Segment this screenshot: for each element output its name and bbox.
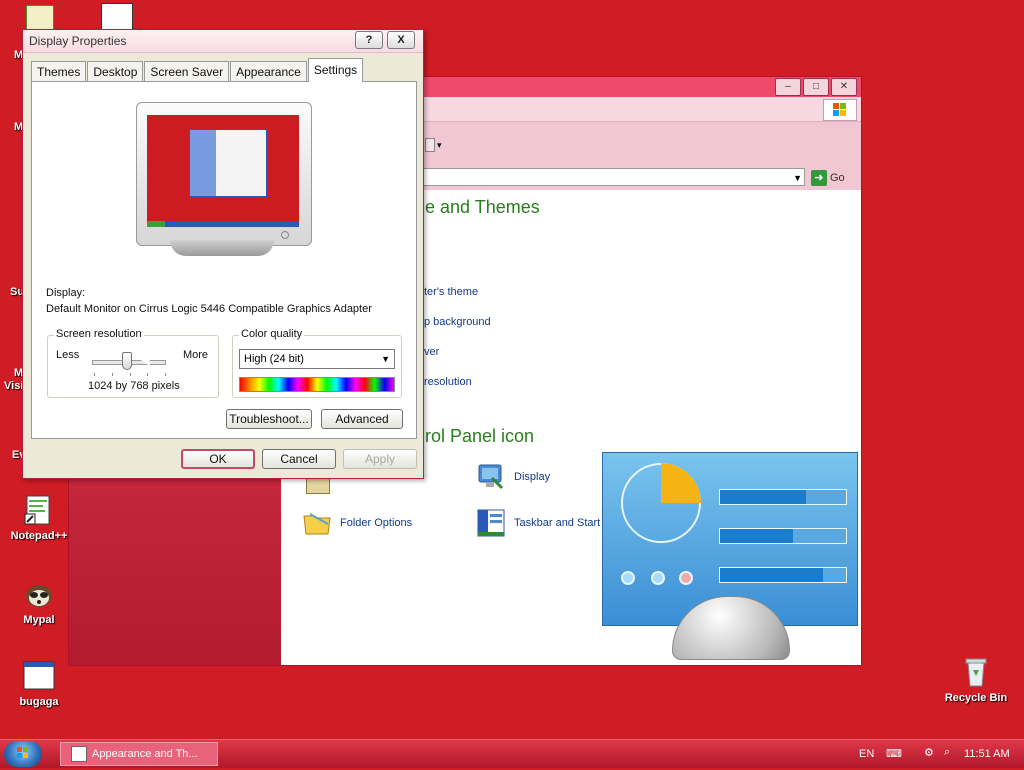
monitor-preview bbox=[136, 102, 312, 256]
monitor-stand bbox=[170, 240, 274, 256]
toolbar-button[interactable] bbox=[425, 138, 435, 152]
pie-slice-illustration bbox=[661, 463, 701, 503]
tab-settings[interactable]: Settings bbox=[307, 58, 364, 82]
control-panel-item-label: Folder Options bbox=[340, 517, 413, 529]
language-indicator[interactable]: EN bbox=[859, 748, 874, 760]
ok-button[interactable]: OK bbox=[181, 449, 255, 469]
bar-illustration bbox=[719, 489, 847, 505]
desktop-icon-label: Notepad++ bbox=[10, 530, 68, 542]
resolution-slider-thumb[interactable] bbox=[122, 352, 132, 370]
settings-panel: Display: Default Monitor on Cirrus Logic… bbox=[31, 81, 417, 439]
taskbar-window-label: Appearance and Th... bbox=[92, 748, 198, 760]
desktop-icon-mypal[interactable]: Mypal bbox=[7, 578, 71, 626]
color-quality-select[interactable]: High (24 bit) ▼ bbox=[239, 349, 395, 369]
windows-start-icon bbox=[17, 747, 28, 758]
close-button[interactable]: X bbox=[387, 31, 415, 49]
go-button[interactable]: ➜ Go bbox=[811, 168, 857, 188]
task-link[interactable]: ter's theme bbox=[424, 286, 478, 298]
dialog-tabs: Themes Desktop Screen Saver Appearance S… bbox=[31, 58, 364, 82]
color-quality-title: Color quality bbox=[239, 328, 305, 340]
apply-button: Apply bbox=[343, 449, 417, 469]
address-input[interactable]: ▼ bbox=[409, 168, 805, 186]
raccoon-icon bbox=[23, 578, 55, 610]
dialog-titlebar[interactable]: Display Properties ? X bbox=[23, 30, 423, 53]
windows-logo-icon bbox=[823, 99, 857, 121]
recycle-bin-icon bbox=[960, 656, 992, 688]
application-window-icon bbox=[23, 660, 55, 692]
monitor-screen-preview bbox=[147, 115, 299, 227]
category-heading: e and Themes bbox=[425, 197, 540, 217]
display-properties-dialog[interactable]: Display Properties ? X Themes Desktop Sc… bbox=[22, 29, 424, 479]
monitor-bezel bbox=[136, 102, 312, 246]
clock[interactable]: 11:51 AM bbox=[964, 748, 1010, 760]
chevron-down-icon[interactable]: ▼ bbox=[381, 350, 390, 368]
control-panel-item-display[interactable]: Display bbox=[476, 462, 550, 492]
toolbar-dropdown-arrow-icon[interactable]: ▾ bbox=[437, 140, 442, 151]
bar-illustration bbox=[719, 567, 847, 583]
slider-less-label: Less bbox=[56, 349, 80, 361]
screen-resolution-title: Screen resolution bbox=[54, 328, 144, 340]
maximize-icon[interactable]: □ bbox=[803, 78, 829, 96]
search-icon[interactable]: ⌕ bbox=[944, 746, 950, 759]
minimize-icon[interactable]: – bbox=[775, 78, 801, 96]
notepadpp-icon bbox=[23, 494, 55, 526]
color-spectrum-bar bbox=[239, 377, 395, 392]
keyboard-icon[interactable]: ⌨ bbox=[886, 747, 902, 760]
dot-illustration bbox=[621, 571, 635, 585]
tab-screen-saver[interactable]: Screen Saver bbox=[144, 61, 230, 82]
display-adapter-value: Default Monitor on Cirrus Logic 5446 Com… bbox=[46, 303, 372, 315]
network-icon[interactable]: ⚙ bbox=[924, 746, 934, 759]
control-panel-item-label: Display bbox=[514, 471, 551, 483]
taskbar: Appearance and Th... EN ⌨ ⚙ ⌕ 11:51 AM bbox=[0, 739, 1024, 768]
task-link[interactable]: ver bbox=[424, 346, 439, 358]
screen-resolution-group: Screen resolution Less More 1024 by 768 … bbox=[47, 328, 219, 398]
taskbar-window-button[interactable]: Appearance and Th... bbox=[60, 742, 218, 766]
dot-illustration bbox=[679, 571, 693, 585]
slider-more-label: More bbox=[182, 349, 208, 361]
color-quality-group: Color quality High (24 bit) ▼ bbox=[232, 328, 402, 398]
start-button[interactable] bbox=[4, 741, 42, 767]
control-panel-item-folder-options[interactable]: Folder Options bbox=[302, 508, 412, 538]
desktop-icon-recycle-bin[interactable]: Recycle Bin bbox=[944, 656, 1008, 704]
tab-appearance[interactable]: Appearance bbox=[230, 61, 307, 82]
monitor-power-icon bbox=[281, 231, 289, 239]
close-icon[interactable]: ✕ bbox=[831, 78, 857, 96]
desktop-icon-label: Recycle Bin bbox=[944, 692, 1008, 704]
dialog-title: Display Properties bbox=[29, 34, 127, 48]
slider-ticks bbox=[94, 373, 166, 376]
desktop-icon-label: bugaga bbox=[19, 696, 59, 708]
troubleshoot-button[interactable]: Troubleshoot... bbox=[226, 409, 312, 429]
tab-desktop[interactable]: Desktop bbox=[87, 61, 144, 82]
tab-themes[interactable]: Themes bbox=[31, 61, 87, 82]
bar-illustration bbox=[719, 528, 847, 544]
display-label: Display: bbox=[46, 287, 86, 299]
resolution-value: 1024 by 768 pixels bbox=[88, 380, 180, 392]
control-panel-icon bbox=[71, 746, 87, 762]
icons-heading: rol Panel icon bbox=[425, 426, 535, 446]
display-icon bbox=[476, 462, 506, 492]
task-link[interactable]: p background bbox=[424, 316, 491, 328]
taskbar-start-menu-icon bbox=[476, 508, 506, 538]
go-label: Go bbox=[830, 172, 845, 184]
go-arrow-icon: ➜ bbox=[811, 170, 827, 186]
cancel-button[interactable]: Cancel bbox=[262, 449, 336, 469]
desktop-icon-notepadpp[interactable]: Notepad++ bbox=[7, 494, 71, 542]
desktop-icon-label: Mypal bbox=[23, 614, 55, 626]
preview-window bbox=[189, 129, 267, 197]
chevron-down-icon[interactable]: ▼ bbox=[793, 173, 802, 183]
advanced-button[interactable]: Advanced bbox=[321, 409, 403, 429]
dot-illustration bbox=[651, 571, 665, 585]
help-button[interactable]: ? bbox=[355, 31, 383, 49]
color-quality-value: High (24 bit) bbox=[244, 353, 304, 365]
desktop-icon-bugaga[interactable]: bugaga bbox=[7, 660, 71, 708]
desktop-icon-label-partial: Visi bbox=[4, 380, 24, 392]
folder-icon bbox=[302, 508, 332, 538]
task-link[interactable]: resolution bbox=[424, 376, 472, 388]
